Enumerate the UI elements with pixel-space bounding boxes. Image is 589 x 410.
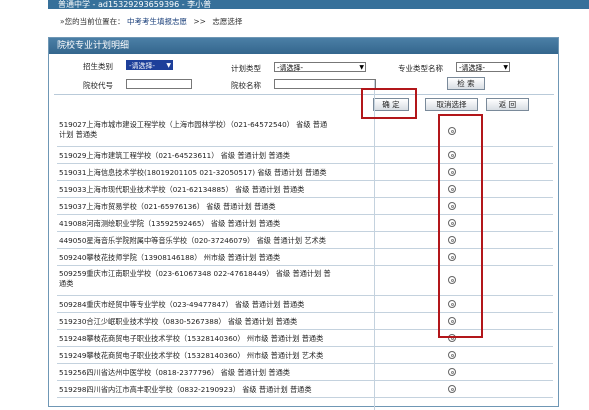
- select-radio[interactable]: [448, 385, 456, 393]
- breadcrumb-link-fill-volunteer[interactable]: 中考考生填报志愿: [127, 17, 187, 26]
- plan-type-label: 计划类型: [231, 64, 261, 73]
- chevron-down-icon: ▼: [166, 62, 171, 69]
- search-button[interactable]: 检 索: [447, 77, 485, 90]
- row-text: 519248攀枝花商贸电子职业技术学校（15328140360） 州市级 普通计…: [59, 334, 324, 343]
- major-type-value: -请选择-: [459, 64, 486, 72]
- row-text: 509259重庆市江南职业学校（023-61067348 022-4761844…: [59, 269, 331, 278]
- breadcrumb-prefix: »您的当前位置在：: [60, 17, 125, 26]
- row-text: 449050星海音乐学院附属中等音乐学校（020-37246079） 省级 普通…: [59, 236, 326, 245]
- enroll-type-value: -请选择-: [129, 62, 156, 70]
- plan-type-value: -请选择-: [277, 64, 304, 72]
- row-text: 509284重庆市经贸中等专业学校（023-49477847） 省级 普通计划 …: [59, 300, 305, 309]
- radio-column-highlight-box: [438, 114, 483, 338]
- chevron-down-icon: ▼: [359, 64, 364, 71]
- row-text: 519033上海市现代职业技术学校（021-62134885） 省级 普通计划 …: [59, 185, 305, 194]
- enroll-type-select[interactable]: -请选择- ▼: [126, 60, 173, 70]
- filter-area: 招生类别 -请选择- ▼ 计划类型 -请选择- ▼ 专业类型名称 -请选择- ▼ 院校…: [49, 59, 558, 93]
- row-text-cont: 计划 普通类: [59, 130, 98, 139]
- major-type-select[interactable]: -请选择- ▼: [456, 62, 510, 72]
- row-text: 419088河南测绘职业学院（13592592465） 省级 普通计划 普通类: [59, 219, 281, 228]
- row-text: 519037上海市贸易学校（021-65976136） 省级 普通计划 普通类: [59, 202, 276, 211]
- row-text: 519029上海市建筑工程学校（021-64523611） 省级 普通计划 普通…: [59, 151, 290, 160]
- school-name-label: 院校名称: [231, 81, 261, 90]
- major-type-label: 专业类型名称: [398, 64, 443, 73]
- cancel-select-button[interactable]: 取消选择: [425, 98, 478, 111]
- confirm-highlight-box: [361, 88, 417, 119]
- list-item[interactable]: 519249攀枝花商贸电子职业技术学校（15328140360） 州市级 普通计…: [57, 347, 553, 364]
- plan-type-select[interactable]: -请选择- ▼: [274, 62, 366, 72]
- breadcrumb: »您的当前位置在： 中考考生填报志愿 >> 志愿选择: [60, 16, 242, 27]
- select-radio[interactable]: [448, 351, 456, 359]
- breadcrumb-current: 志愿选择: [212, 17, 243, 26]
- row-info: 519027上海市城市建设工程学校（上海市园林学校）（021-64572540）…: [59, 120, 413, 140]
- row-info: 509259重庆市江南职业学校（023-61067348 022-4761844…: [59, 269, 413, 289]
- back-button[interactable]: 返 回: [486, 98, 529, 111]
- list-item[interactable]: 519256四川省达州中医学校（0818-2377796） 省级 普通计划 普通…: [57, 364, 553, 381]
- row-text: 519249攀枝花商贸电子职业技术学校（15328140360） 州市级 普通计…: [59, 351, 324, 360]
- school-code-label: 院校代号: [83, 81, 113, 90]
- user-info-text: 普通中学 - ad15329293659396 - 李小普: [58, 0, 212, 9]
- row-text: 519256四川省达州中医学校（0818-2377796） 省级 普通计划 普通…: [59, 368, 290, 377]
- row-text: 519031上海信息技术学校(18019201105 021-32050517)…: [59, 168, 327, 177]
- enroll-type-label: 招生类别: [83, 62, 113, 71]
- row-text: 519230合江少岷职业技术学校（0830-5267388） 省级 普通计划 普…: [59, 317, 298, 326]
- row-text: 509240攀枝花技师学院（13908146188） 州市级 普通计划 普通类: [59, 253, 281, 262]
- breadcrumb-separator: >>: [193, 17, 206, 26]
- filter-divider: [54, 94, 554, 95]
- list-item[interactable]: 519298四川省内江市高丰职业学校（0832-2190923） 省级 普通计划…: [57, 381, 553, 398]
- school-code-input[interactable]: [126, 79, 192, 89]
- row-text: 519298四川省内江市高丰职业学校（0832-2190923） 省级 普通计划…: [59, 385, 312, 394]
- select-radio[interactable]: [448, 368, 456, 376]
- chevron-down-icon: ▼: [503, 64, 508, 71]
- panel-title: 院校专业计划明细: [49, 38, 558, 54]
- row-text-cont: 通类: [59, 279, 74, 288]
- row-text: 519027上海市城市建设工程学校（上海市园林学校）（021-64572540）…: [59, 120, 328, 129]
- top-user-bar: 普通中学 - ad15329293659396 - 李小普: [48, 0, 589, 9]
